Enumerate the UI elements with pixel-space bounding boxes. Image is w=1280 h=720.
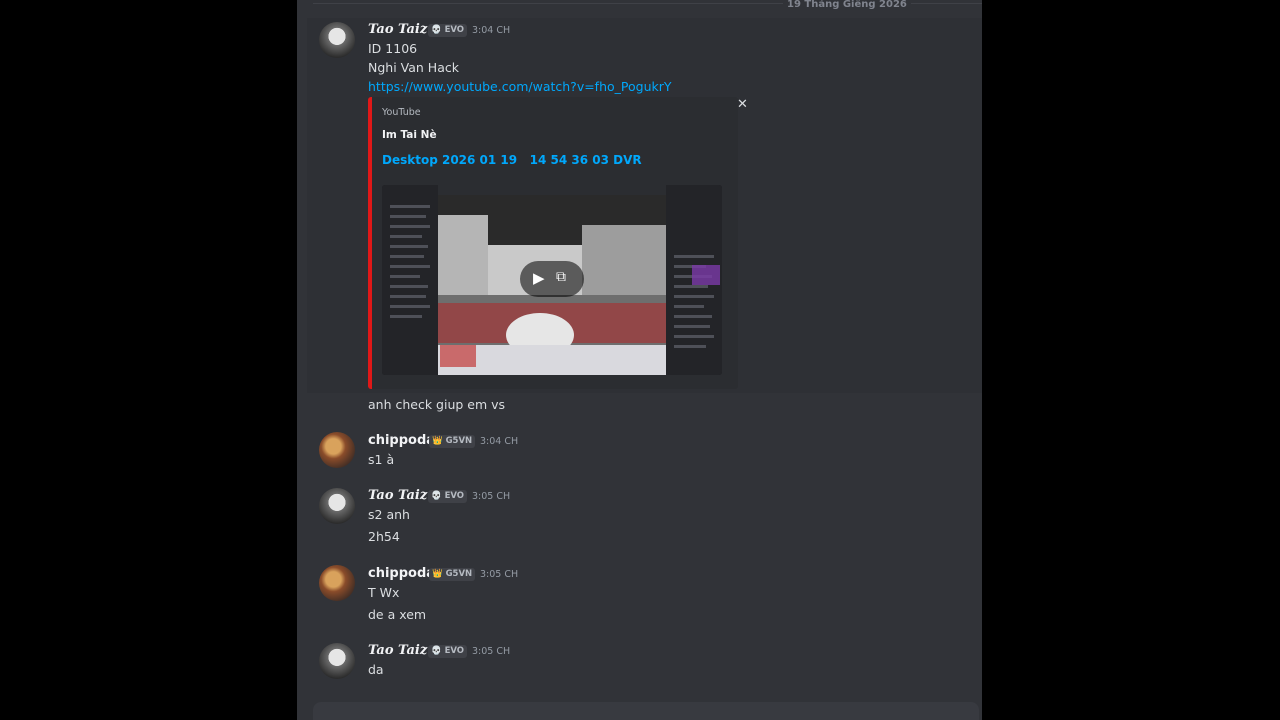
timestamp: 3:05 CH [472,646,511,657]
skull-icon: 💀 [431,646,442,656]
message-text: Nghi Van Hack [368,60,459,75]
date-divider-label: 19 Tháng Giêng 2026 [783,0,911,10]
server-tag[interactable]: 💀 EVO [428,24,468,37]
embed-title[interactable]: Desktop 2026 01 19 14 54 36 03 DVR [382,153,642,167]
message-text: T Wx [368,585,400,600]
video-thumbnail[interactable]: ▶ ⧉ [382,185,722,375]
close-icon[interactable]: ✕ [737,97,748,112]
message-text: de a xem [368,607,427,622]
embed-author[interactable]: Im Tai Nè [382,129,437,141]
message-text: s1 à [368,452,395,467]
crown-icon: 👑 [432,569,443,579]
message-text: da [368,662,384,677]
video-controls: ▶ ⧉ [520,261,584,297]
avatar[interactable] [319,565,355,601]
skull-icon: 💀 [431,25,442,35]
message-text: anh check giup em vs [368,397,506,412]
skull-icon: 💀 [431,491,442,501]
message-link[interactable]: https://www.youtube.com/watch?v=fho_Pogu… [368,79,672,94]
avatar[interactable] [319,643,355,679]
message-composer[interactable] [313,702,979,720]
date-divider: 19 Tháng Giêng 2026 [313,0,982,10]
timestamp: 3:05 CH [472,491,511,502]
username[interactable]: chippoda [368,566,435,581]
avatar[interactable] [319,22,355,58]
timestamp: 3:04 CH [480,436,519,447]
username[interactable]: Tao Taiz [368,488,427,503]
message-text: ID 1106 [368,41,418,56]
avatar[interactable] [319,488,355,524]
username[interactable]: Tao Taiz [368,643,427,658]
server-tag[interactable]: 👑 G5VN [429,435,476,448]
play-icon[interactable]: ▶ [533,269,545,287]
crown-icon: 👑 [432,436,443,446]
server-tag[interactable]: 💀 EVO [428,490,468,503]
server-tag[interactable]: 👑 G5VN [429,568,476,581]
timestamp: 3:04 CH [472,25,511,36]
youtube-embed: YouTube Im Tai Nè Desktop 2026 01 19 14 … [368,97,738,389]
embed-provider[interactable]: YouTube [382,107,421,118]
message-text: 2h54 [368,529,400,544]
username[interactable]: Tao Taiz [368,22,427,37]
popout-icon[interactable]: ⧉ [556,269,566,285]
message-text: s2 anh [368,507,410,522]
chat-panel[interactable]: 19 Tháng Giêng 2026 Tao Taiz 💀 EVO 3:04 … [297,0,982,720]
timestamp: 3:05 CH [480,569,519,580]
server-tag[interactable]: 💀 EVO [428,645,468,658]
username[interactable]: chippoda [368,433,435,448]
avatar[interactable] [319,432,355,468]
